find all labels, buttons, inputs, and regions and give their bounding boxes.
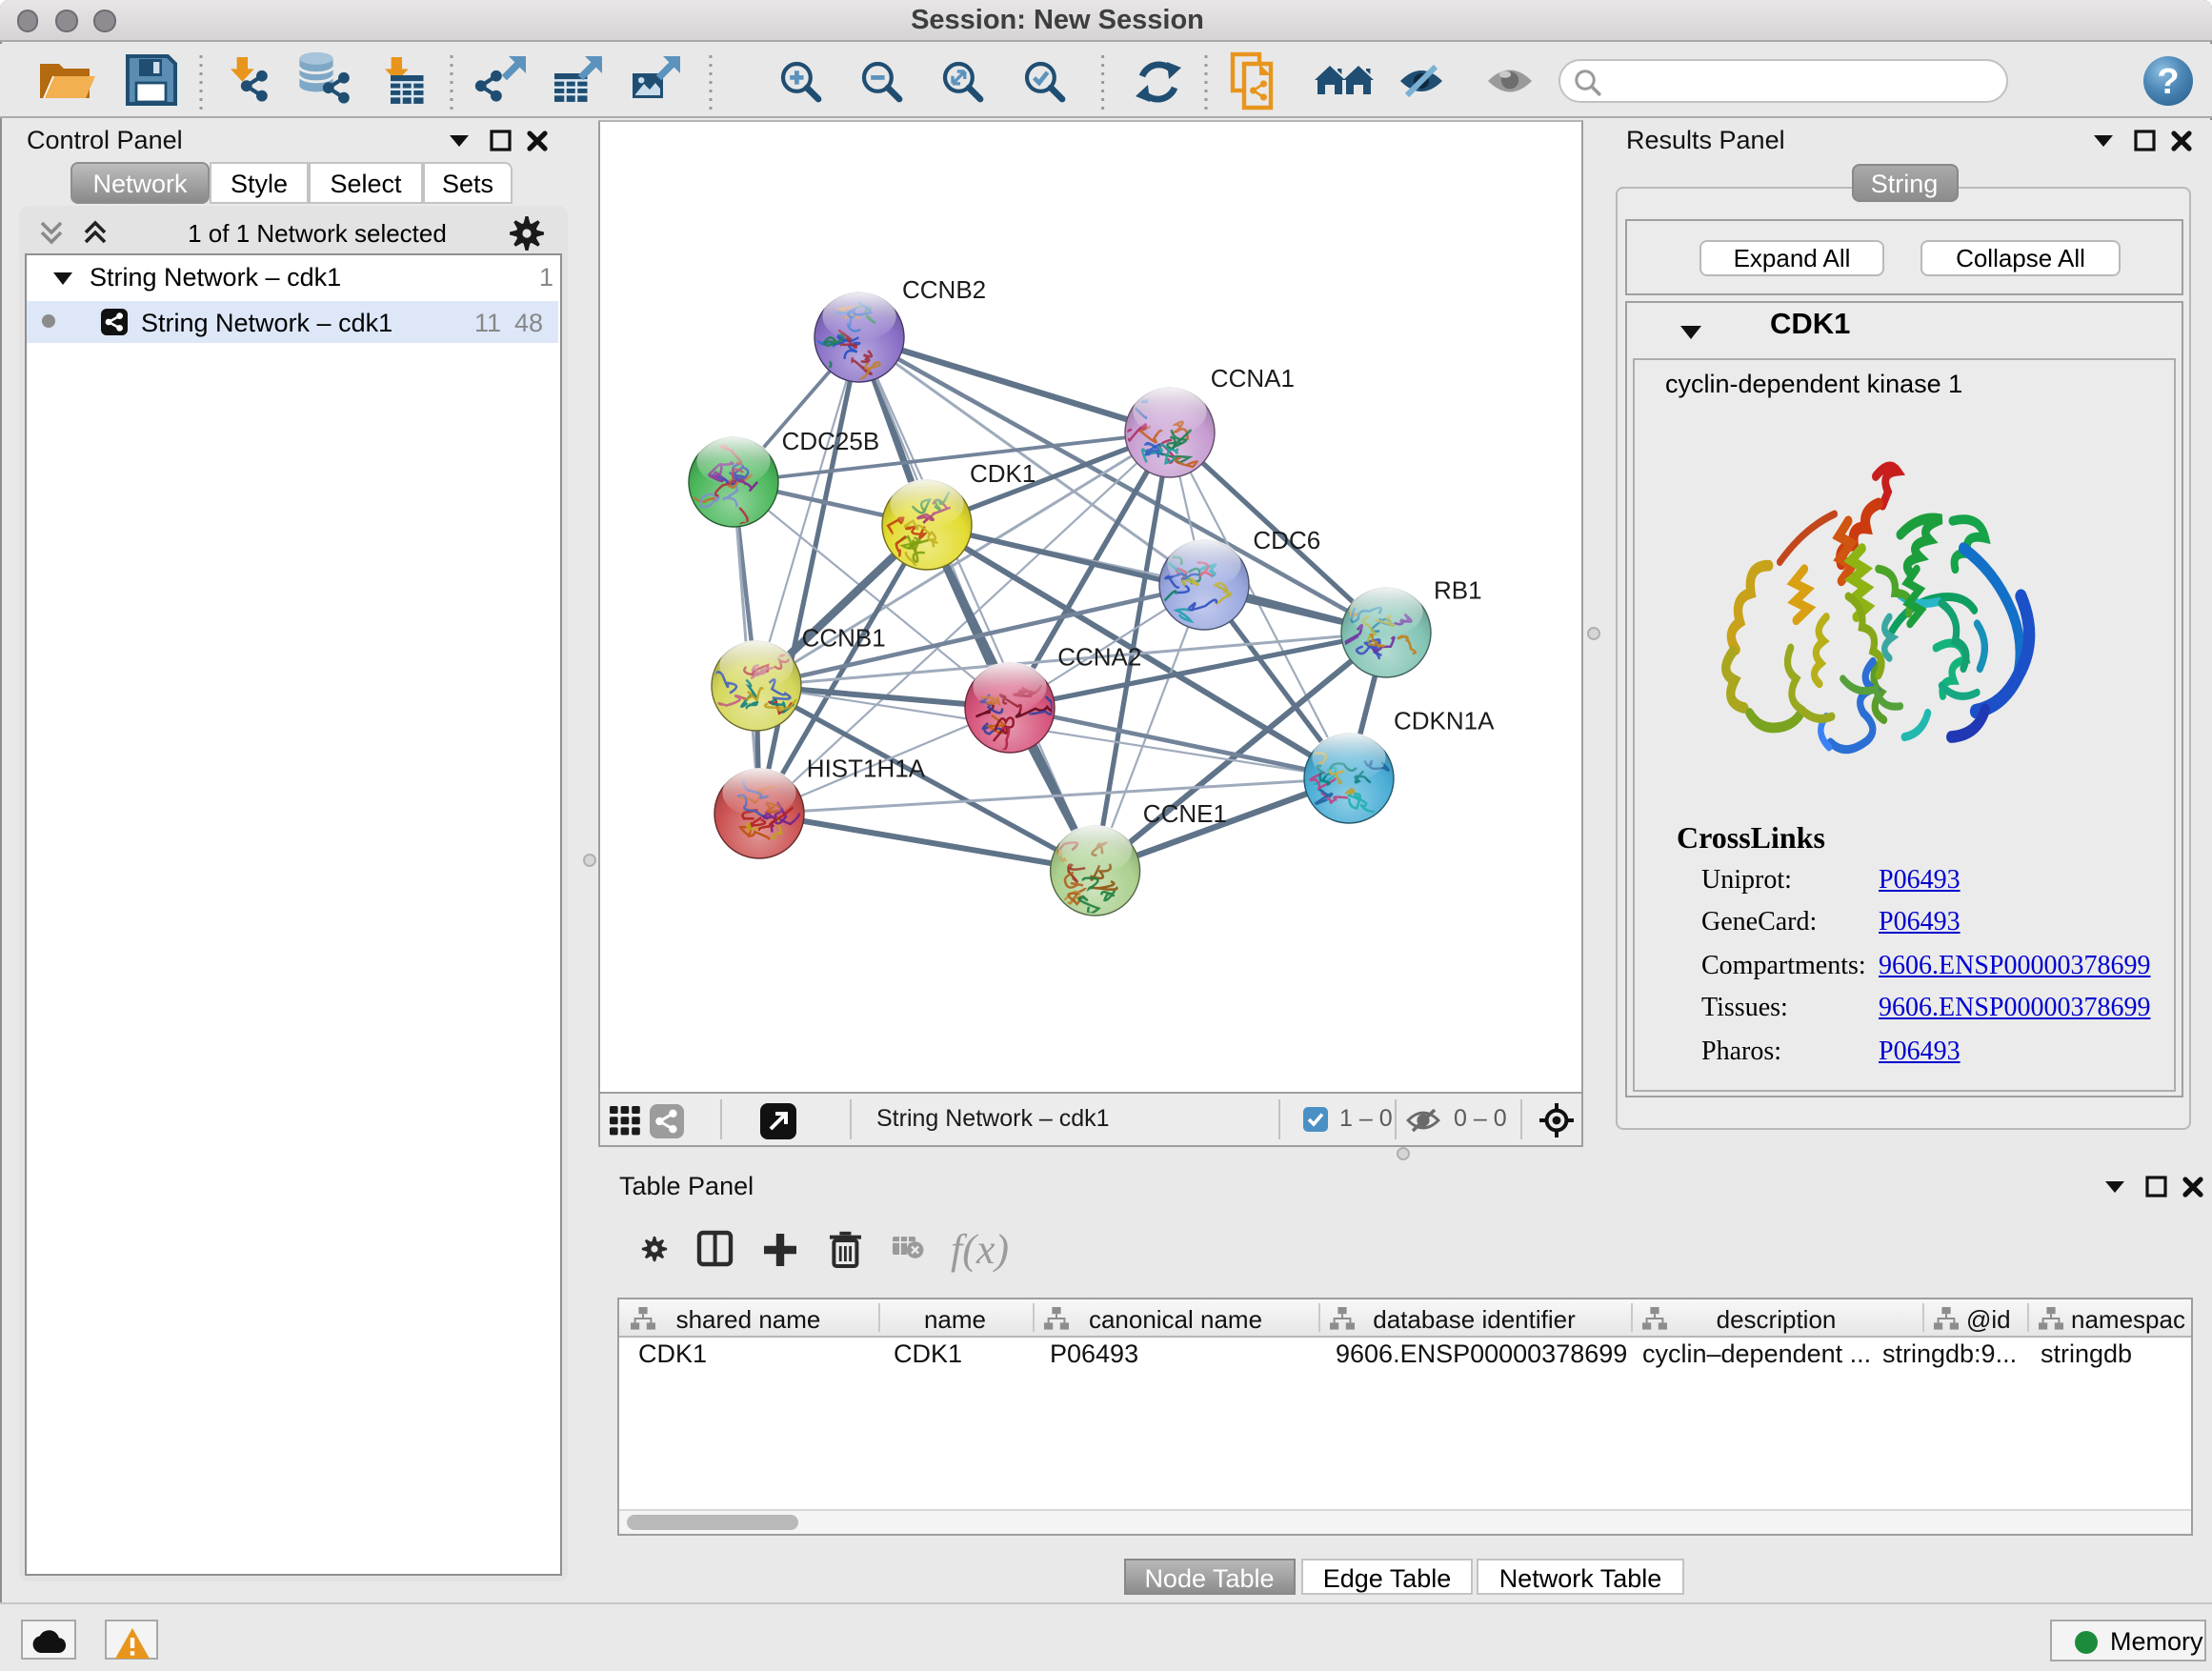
svg-text:CDKN1A: CDKN1A: [1394, 707, 1495, 735]
svg-text:CCNE1: CCNE1: [1143, 799, 1227, 828]
svg-text:CDC6: CDC6: [1253, 526, 1320, 554]
svg-text:CDC25B: CDC25B: [782, 427, 880, 455]
svg-text:CDK1: CDK1: [970, 459, 1036, 488]
svg-text:CCNA2: CCNA2: [1057, 643, 1141, 672]
svg-text:CCNB2: CCNB2: [902, 275, 986, 304]
svg-text:RB1: RB1: [1434, 576, 1482, 605]
svg-text:f(x): f(x): [951, 1226, 1009, 1273]
svg-text:?: ?: [2157, 62, 2179, 102]
svg-text:CCNA1: CCNA1: [1211, 364, 1295, 393]
svg-text:HIST1H1A: HIST1H1A: [807, 755, 926, 783]
svg-text:CCNB1: CCNB1: [802, 624, 886, 653]
